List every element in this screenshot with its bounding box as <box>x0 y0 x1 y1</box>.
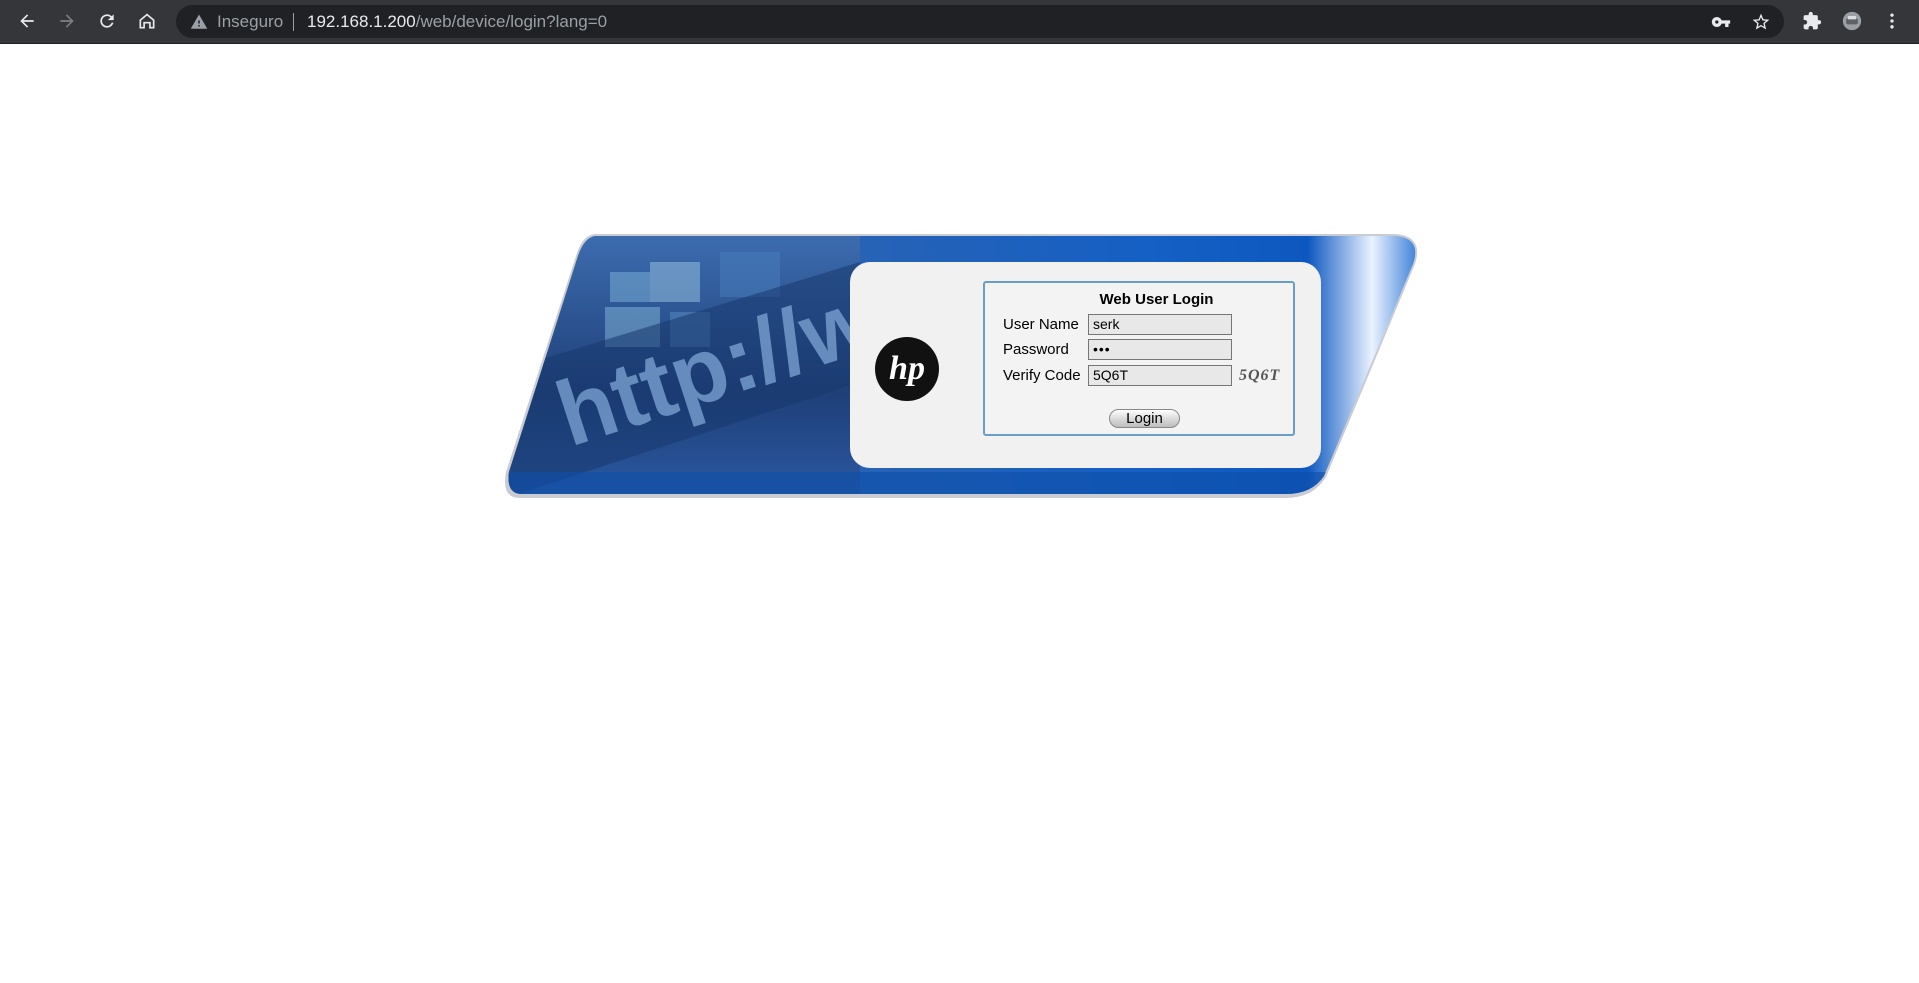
star-icon[interactable] <box>1751 12 1771 32</box>
forward-icon <box>60 14 74 28</box>
reload-button[interactable] <box>92 6 122 36</box>
password-label: Password <box>1003 341 1069 358</box>
browser-toolbar: Inseguro 192.168.1.200/web/device/login?… <box>0 0 1919 44</box>
reload-icon <box>100 14 114 28</box>
username-label: User Name <box>1003 316 1079 333</box>
username-input[interactable]: serk <box>1088 314 1232 335</box>
captcha-image[interactable]: 5Q6T <box>1239 367 1280 385</box>
profile-button[interactable] <box>1837 6 1867 36</box>
svg-text:hp: hp <box>889 350 925 387</box>
url-host: 192.168.1.200 <box>307 12 416 31</box>
menu-icon <box>1890 13 1894 29</box>
security-label[interactable]: Inseguro <box>217 13 283 31</box>
forward-button[interactable] <box>52 6 82 36</box>
url-text[interactable]: 192.168.1.200/web/device/login?lang=0 <box>307 13 607 31</box>
login-button[interactable]: Login <box>1109 409 1180 428</box>
home-icon <box>139 13 155 29</box>
back-icon <box>20 14 34 28</box>
back-button[interactable] <box>12 6 42 36</box>
extensions-button[interactable] <box>1797 6 1827 36</box>
password-input[interactable]: ••• <box>1088 339 1232 360</box>
warning-icon[interactable] <box>190 13 208 31</box>
home-button[interactable] <box>132 6 162 36</box>
verify-code-label: Verify Code <box>1003 367 1081 384</box>
hp-logo: hp <box>875 337 939 401</box>
verify-code-input[interactable]: 5Q6T <box>1088 365 1232 386</box>
form-title: Web User Login <box>1099 291 1214 308</box>
address-bar[interactable]: Inseguro 192.168.1.200/web/device/login?… <box>176 5 1784 38</box>
key-icon[interactable] <box>1711 12 1731 32</box>
extensions-icon <box>1803 11 1822 30</box>
omnibox-separator <box>293 13 294 31</box>
menu-button[interactable] <box>1877 6 1907 36</box>
login-form: Web User Login User Name serk Password •… <box>983 281 1295 436</box>
url-path: /web/device/login?lang=0 <box>415 12 608 31</box>
profile-avatar <box>1842 11 1862 31</box>
